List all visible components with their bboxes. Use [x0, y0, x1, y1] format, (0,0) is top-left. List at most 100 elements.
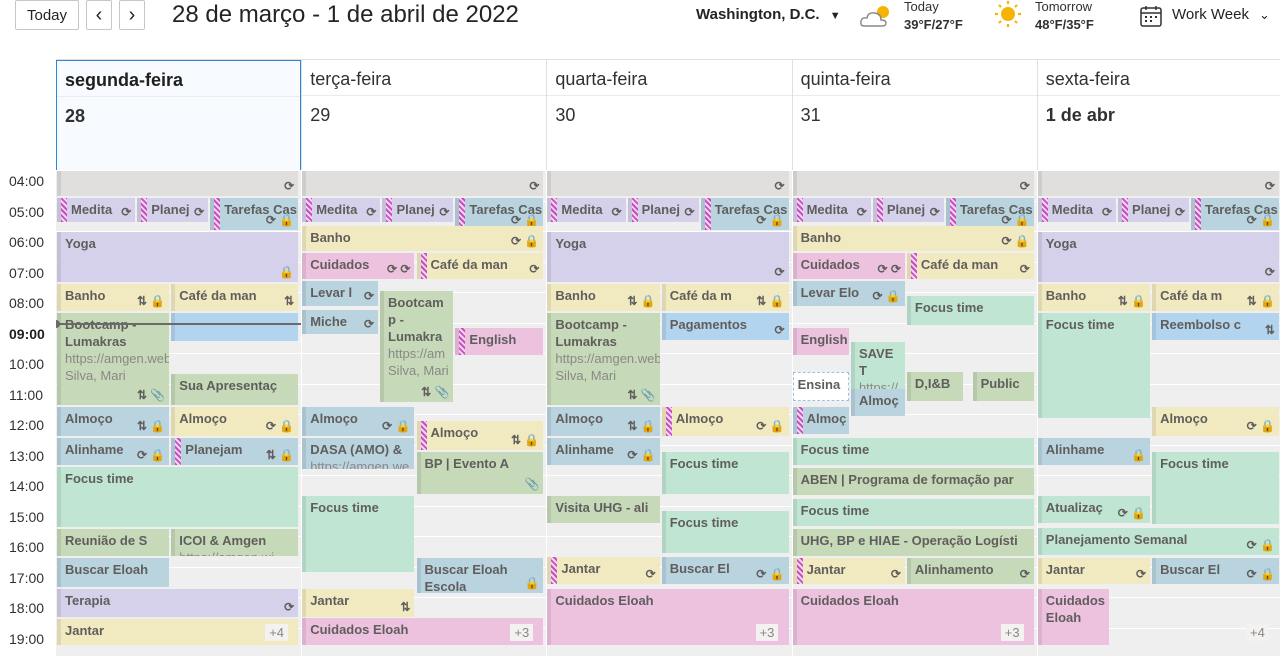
calendar-event[interactable]: Buscar El ⟳ 🔒	[1152, 558, 1279, 584]
calendar-event[interactable]: Public	[972, 372, 1034, 401]
calendar-event[interactable]: Jantar ⟳	[547, 556, 660, 584]
calendar-event[interactable]: Reembolso c ⇅	[1152, 312, 1279, 340]
calendar-event[interactable]: Focus time	[661, 511, 789, 554]
calendar-event[interactable]: ICOI & Amgenhttps://amgen.wi	[171, 529, 299, 557]
calendar-event[interactable]: Medita ⟳	[1037, 198, 1117, 223]
calendar-event[interactable]: Planej ⟳	[627, 198, 699, 223]
calendar-event[interactable]: Medita ⟳	[302, 198, 381, 223]
calendar-event[interactable]: Almoço ⇅ 🔒	[547, 407, 660, 436]
calendar-event[interactable]: Bootcamp - Lumakrashttps://amgen.webex.c…	[57, 312, 170, 406]
day-header-3[interactable]: quinta-feira 31	[791, 60, 1037, 171]
calendar-event[interactable]	[171, 312, 299, 342]
calendar-event[interactable]: Focus time	[1152, 451, 1279, 525]
calendar-event[interactable]: ⟳	[302, 171, 544, 197]
calendar-event[interactable]: Focus time	[792, 437, 1034, 465]
calendar-event[interactable]: Café da man ⟳	[416, 253, 544, 279]
calendar-event[interactable]: ⟳	[792, 171, 1034, 197]
calendar-event[interactable]: Jantar ⟳	[1037, 558, 1151, 584]
calendar-event[interactable]: Alinhame 🔒	[1037, 437, 1151, 465]
calendar-event[interactable]: Focus time	[906, 296, 1034, 325]
calendar-event[interactable]: Cuidados Eloah	[302, 617, 544, 645]
calendar-event[interactable]: Tarefas Cas ⟳ 🔒	[1191, 198, 1279, 230]
calendar-event[interactable]: Focus time	[1037, 312, 1151, 418]
day-header-2[interactable]: quarta-feira 30	[546, 60, 792, 171]
calendar-event[interactable]: Focus time	[661, 451, 789, 494]
calendar-event[interactable]: DASA (AMO) & https://amgen.we	[302, 437, 415, 470]
calendar-event[interactable]: Yoga 🔒	[57, 232, 299, 282]
calendar-event[interactable]: Café da man ⇅	[171, 283, 299, 311]
calendar-event[interactable]: Almoço ⟳ 🔒	[1152, 407, 1279, 436]
calendar-event[interactable]: Tarefas Cas ⟳ 🔒	[210, 198, 299, 230]
calendar-event[interactable]: Focus time	[57, 466, 299, 528]
calendar-event[interactable]: Reunião de S	[57, 529, 170, 557]
calendar-event[interactable]: Planej ⟳	[137, 198, 209, 223]
calendar-event[interactable]: Jantar ⇅	[302, 588, 415, 618]
calendar-event[interactable]: ⟳	[57, 171, 299, 197]
calendar-event[interactable]: Almoço ⟳ 🔒	[661, 407, 789, 436]
day-header-0[interactable]: segunda-feira 28	[56, 60, 302, 171]
calendar-event[interactable]: Bootcamp - Lumakrashttps://amgen.webex.c…	[547, 312, 660, 406]
more-events-button[interactable]: +4	[265, 623, 289, 641]
prev-week-button[interactable]: ‹	[86, 0, 112, 30]
view-selector[interactable]: Work Week ⌄	[1172, 6, 1270, 23]
calendar-event[interactable]: Levar l ⟳	[302, 280, 378, 307]
day-header-4[interactable]: sexta-feira 1 de abr	[1036, 60, 1280, 171]
calendar-event[interactable]: Almoç	[850, 389, 905, 417]
calendar-event[interactable]: Cuidados ⟳ ⟳	[302, 253, 415, 279]
calendar-event[interactable]: Planejamento Semanal ⟳ 🔒	[1037, 527, 1279, 555]
calendar-event[interactable]: ⟳	[1037, 171, 1279, 197]
calendar-event[interactable]: Planej ⟳	[872, 198, 944, 223]
calendar-event[interactable]: Alinhame ⟳ 🔒	[547, 437, 660, 465]
calendar-event[interactable]: Banho ⇅ 🔒	[57, 283, 170, 311]
calendar-event[interactable]: Pagamentos ⟳	[661, 312, 789, 340]
calendar-event[interactable]: ABEN | Programa de formação par	[792, 468, 1034, 496]
calendar-event[interactable]: Banho ⟳ 🔒	[792, 225, 1034, 252]
calendar-event[interactable]: Café da man ⟳	[906, 253, 1034, 279]
calendar-event[interactable]: Banho ⇅ 🔒	[547, 283, 660, 311]
calendar-event[interactable]: Banho ⟳ 🔒	[302, 225, 544, 252]
calendar-event[interactable]: Planejam ⇅ 🔒	[171, 437, 299, 465]
calendar-event[interactable]: Bootcam p - Lumakra https://am Silva, Mar…	[380, 291, 454, 403]
calendar-event[interactable]: Cuidados Eloah	[792, 588, 1034, 645]
calendar-event[interactable]: Ensina	[792, 372, 849, 401]
calendar-event[interactable]: Buscar Eloah Escola 🔒	[416, 558, 544, 593]
calendar-event[interactable]: Atualizaç ⟳ 🔒	[1037, 495, 1151, 523]
calendar-event[interactable]: Cuidados ⟳ ⟳	[792, 253, 905, 279]
calendar-event[interactable]: Medita ⟳	[792, 198, 871, 223]
calendar-event[interactable]: D,I&B	[906, 372, 964, 401]
calendar-event[interactable]: Almoço ⟳ 🔒	[171, 407, 299, 436]
calendar-event[interactable]: Banho ⇅ 🔒	[1037, 283, 1151, 311]
more-events-button[interactable]: +3	[510, 623, 534, 641]
more-events-button[interactable]: +3	[755, 623, 779, 641]
more-events-button[interactable]: +4	[1246, 623, 1269, 641]
calendar-event[interactable]: Tarefas Cas ⟳ 🔒	[700, 198, 789, 230]
more-events-button[interactable]: +3	[1000, 623, 1024, 641]
calendar-event[interactable]: Cuidados Eloah	[1037, 588, 1109, 645]
calendar-event[interactable]: Focus time	[302, 495, 415, 572]
today-button[interactable]: Today	[15, 0, 79, 30]
next-week-button[interactable]: ›	[119, 0, 145, 30]
calendar-event[interactable]: Focus time	[792, 498, 1034, 526]
calendar-event[interactable]: Buscar Eloah	[57, 558, 170, 587]
calendar-event[interactable]: Almoç	[792, 407, 849, 435]
calendar-event[interactable]: BP | Evento A 📎	[416, 451, 544, 494]
calendar-event[interactable]: Alinhamento ⟳	[906, 558, 1034, 584]
calendar-event[interactable]: Levar Elo ⟳ 🔒	[792, 280, 905, 307]
calendar-event[interactable]: Terapia ⟳	[57, 588, 299, 618]
calendar-event[interactable]: Jantar ⟳	[792, 558, 905, 584]
calendar-grid[interactable]: ⟳ Medita ⟳ Planej ⟳ Tarefas Cas ⟳ 🔒 Yoga 🔒 Banho ⇅…	[56, 170, 1280, 656]
calendar-event[interactable]: Alinhame ⟳ 🔒	[57, 437, 170, 465]
calendar-event[interactable]: Medita ⟳	[547, 198, 626, 223]
calendar-event[interactable]: Jantar	[57, 619, 299, 645]
calendar-event[interactable]: Planej ⟳	[1118, 198, 1189, 223]
calendar-event[interactable]: Visita UHG - ali	[547, 495, 660, 523]
calendar-event[interactable]: Miche ⟳	[302, 309, 378, 334]
calendar-event[interactable]: Almoço ⟳ 🔒	[302, 407, 415, 436]
calendar-event[interactable]: Almoço ⇅ 🔒	[57, 407, 170, 436]
calendar-event[interactable]: Planej ⟳	[382, 198, 454, 223]
calendar-event[interactable]: ⟳	[547, 171, 789, 197]
calendar-event[interactable]: Buscar El ⟳ 🔒	[661, 556, 789, 584]
location-selector[interactable]: Washington, D.C. ▼	[696, 6, 841, 23]
calendar-event[interactable]: Café da m ⇅ 🔒	[1152, 283, 1279, 311]
calendar-event[interactable]: Yoga ⟳	[547, 232, 789, 282]
